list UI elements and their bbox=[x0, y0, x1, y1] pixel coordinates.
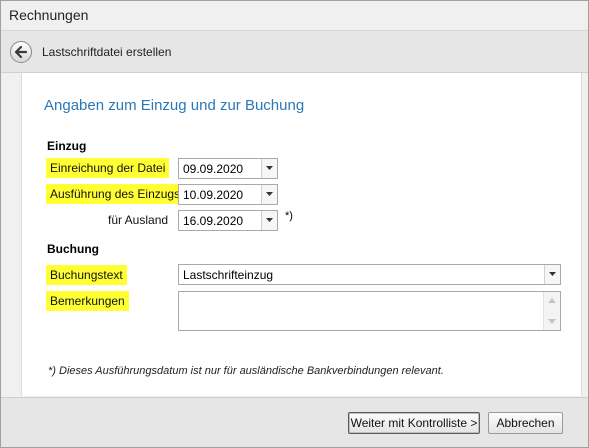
date-input-ausland[interactable]: 16.09.2020 bbox=[178, 210, 278, 231]
back-button[interactable] bbox=[10, 41, 32, 63]
scroll-up-icon[interactable] bbox=[548, 298, 556, 303]
page-title: Lastschriftdatei erstellen bbox=[42, 45, 172, 59]
chevron-down-icon bbox=[266, 192, 273, 196]
title-bar: Rechnungen bbox=[1, 1, 588, 31]
dropdown-button[interactable] bbox=[261, 159, 277, 178]
bemerkungen-textarea[interactable] bbox=[178, 291, 561, 331]
footnote-marker: *) bbox=[285, 210, 293, 222]
dropdown-button[interactable] bbox=[261, 211, 277, 230]
textarea-scrollbar[interactable] bbox=[543, 292, 560, 330]
content-area: Angaben zum Einzug und zur Buchung Einzu… bbox=[1, 73, 588, 397]
dropdown-button[interactable] bbox=[544, 265, 560, 284]
next-button[interactable]: Weiter mit Kontrolliste > bbox=[348, 412, 480, 434]
window-title: Rechnungen bbox=[9, 7, 89, 23]
chevron-down-icon bbox=[266, 166, 273, 170]
dialog-window: Rechnungen Lastschriftdatei erstellen An… bbox=[0, 0, 589, 448]
chevron-down-icon bbox=[549, 272, 556, 276]
cancel-button[interactable]: Abbrechen bbox=[488, 412, 563, 434]
form-panel: Angaben zum Einzug und zur Buchung Einzu… bbox=[21, 73, 582, 396]
label-bemerkungen: Bemerkungen bbox=[48, 293, 127, 309]
chevron-down-icon bbox=[266, 218, 273, 222]
back-arrow-icon bbox=[14, 45, 28, 59]
label-buchungstext: Buchungstext bbox=[48, 267, 125, 283]
section-heading: Angaben zum Einzug und zur Buchung bbox=[44, 97, 305, 114]
navigation-bar: Lastschriftdatei erstellen bbox=[1, 31, 588, 73]
label-einreichung: Einreichung der Datei bbox=[48, 160, 168, 176]
dropdown-button[interactable] bbox=[261, 185, 277, 204]
label-ausfuehrung: Ausführung des Einzugs bbox=[48, 186, 183, 202]
group-label-einzug: Einzug bbox=[47, 139, 87, 153]
group-label-buchung: Buchung bbox=[47, 242, 99, 256]
date-input-ausfuehrung[interactable]: 10.09.2020 bbox=[178, 184, 278, 205]
label-ausland: für Ausland bbox=[108, 213, 169, 227]
footnote-text: *) Dieses Ausführungsdatum ist nur für a… bbox=[48, 365, 444, 377]
date-input-einreichung[interactable]: 09.09.2020 bbox=[178, 158, 278, 179]
buchungstext-select[interactable]: Lastschrifteinzug bbox=[178, 264, 561, 285]
button-bar: Weiter mit Kontrolliste > Abbrechen bbox=[1, 397, 588, 447]
scroll-down-icon[interactable] bbox=[548, 319, 556, 324]
